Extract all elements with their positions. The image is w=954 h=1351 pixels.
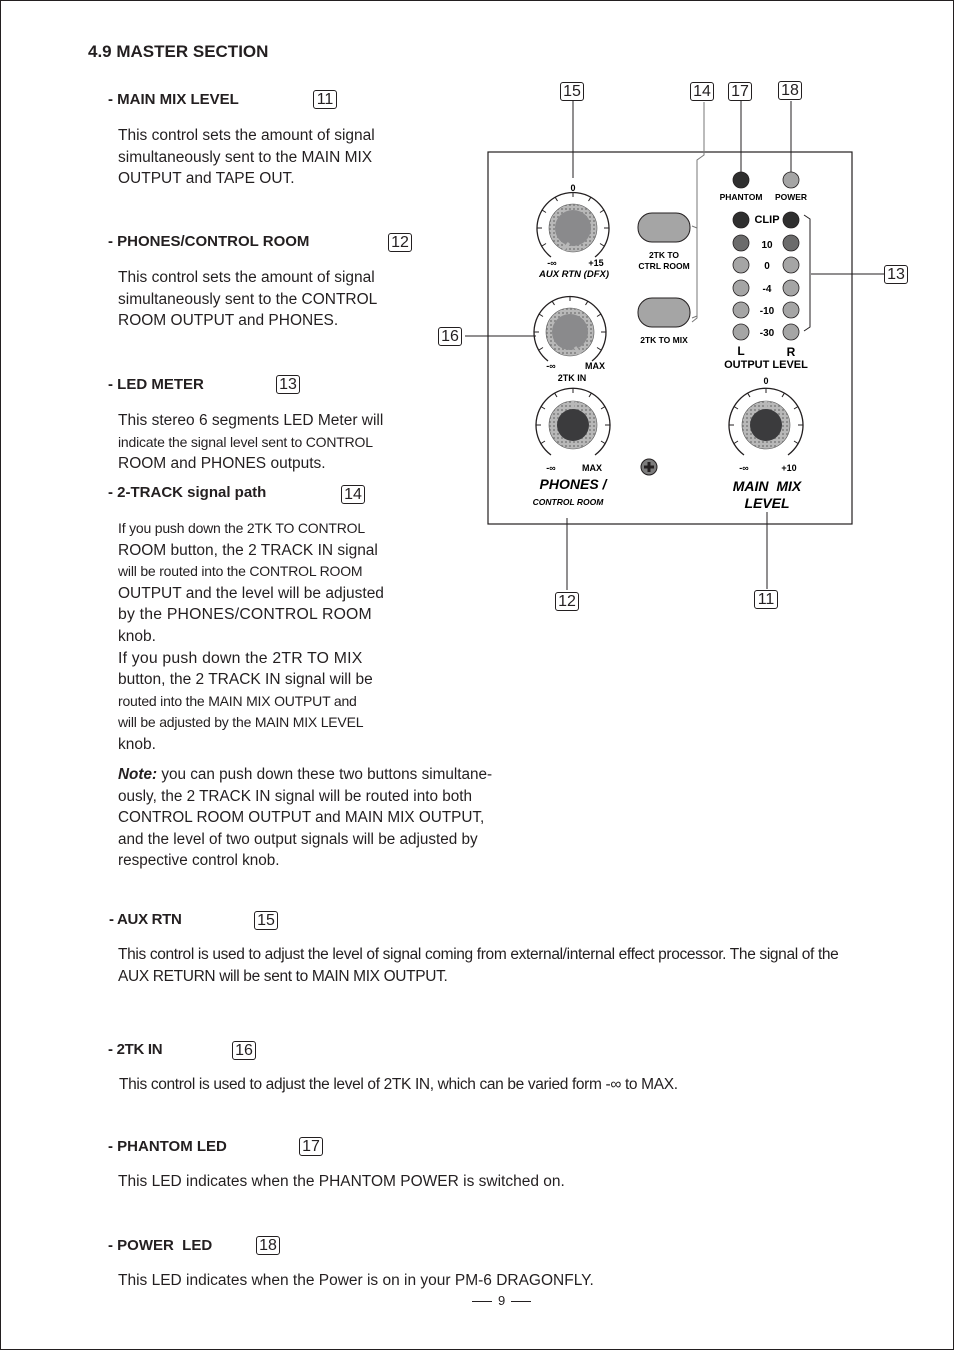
knob-cap [555,210,591,246]
meter-led-l-minus10 [732,301,750,319]
meter-led-r-clip [782,211,800,229]
main-mix-min-label: -∞ [739,463,749,473]
meter-label-10: 10 [761,240,773,251]
meter-led-l-10 [732,234,750,252]
aux-rtn-top-label: 0 [570,183,575,193]
phantom-led [732,171,750,189]
power-led [782,171,800,189]
main-mix-max-label: +10 [781,463,796,473]
phones-label: PHONES / [540,476,609,492]
meter-led-r-10 [782,234,800,252]
2tk-in-max-label: MAX [585,361,605,371]
knob-cap [557,409,589,441]
meter-led-r-minus4 [782,279,800,297]
2tk-in-label: 2TK IN [558,373,587,383]
2tk-in-min-label: -∞ [546,361,556,371]
diagram-callout-17: 17 [728,82,752,101]
diagram-callout-18: 18 [778,81,802,100]
knob-cap [552,314,588,350]
main-mix-label-1: MAIN MIX [733,478,803,494]
knob-cap [750,409,782,441]
diagram-callout-11: 11 [754,590,778,609]
aux-rtn-min-label: -∞ [547,258,557,268]
diagram-callout-16: 16 [438,327,462,346]
meter-led-r-minus30 [782,323,800,341]
meter-led-l-minus4 [732,279,750,297]
meter-label-clip: CLIP [754,214,779,226]
phones-max-label: MAX [582,463,602,473]
2tk-to-mix-label: 2TK TO MIX [640,335,688,345]
phantom-label: PHANTOM [720,192,763,202]
2tk-to-ctrl-room-label-2: CTRL ROOM [638,261,689,271]
2tk-to-ctrl-room-button[interactable] [637,212,691,243]
meter-led-r-0 [782,256,800,274]
meter-right-label: R [787,345,796,359]
power-label: POWER [775,192,807,202]
2tk-to-mix-button[interactable] [637,297,691,328]
meter-label-minus30: -30 [760,328,775,339]
aux-rtn-max-label: +15 [588,258,603,268]
meter-label-minus4: -4 [763,284,772,295]
diagram-callout-13: 13 [884,265,908,284]
meter-left-label: L [737,344,744,358]
main-mix-top-label: 0 [763,376,768,386]
phones-min-label: -∞ [546,463,556,473]
aux-rtn-label: AUX RTN (DFX) [538,269,609,280]
meter-label-0: 0 [764,261,770,272]
2tk-to-ctrl-room-label-1: 2TK TO [649,250,679,260]
output-level-label: OUTPUT LEVEL [724,359,808,371]
main-mix-label-2: LEVEL [744,495,789,511]
screw-icon [640,458,658,476]
diagram-callout-15: 15 [560,82,584,101]
master-section-diagram: 0 -∞ +15 AUX RTN (DFX) -∞ MAX 2TK IN -∞ … [465,101,884,590]
meter-led-l-clip [732,211,750,229]
meter-led-r-minus10 [782,301,800,319]
meter-label-minus10: -10 [760,306,775,317]
diagram-callout-14: 14 [690,82,714,101]
diagram-callout-12: 12 [555,592,579,611]
phones-sublabel: CONTROL ROOM [533,497,605,507]
meter-led-l-minus30 [732,323,750,341]
meter-led-l-0 [732,256,750,274]
